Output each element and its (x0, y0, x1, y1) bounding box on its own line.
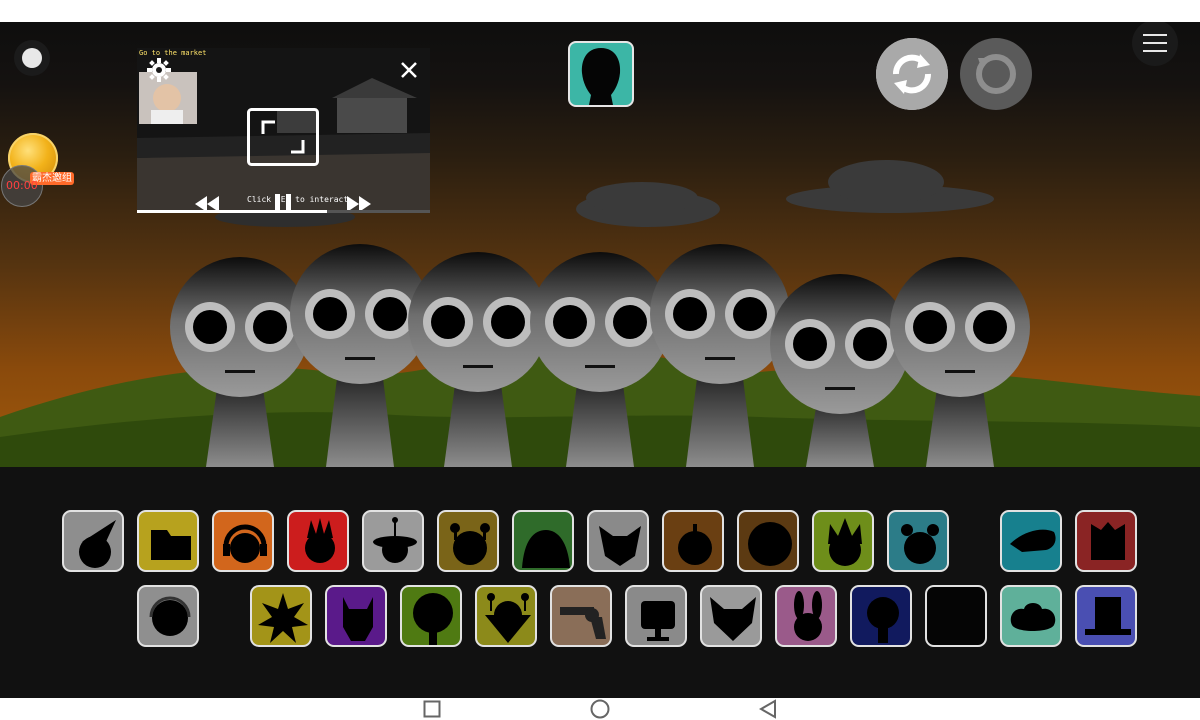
bear-head-icon (450, 523, 490, 565)
close-icon[interactable] (399, 60, 419, 80)
monitor-icon (641, 601, 675, 641)
slime-icon (522, 530, 570, 568)
sound-tile-folder[interactable] (137, 510, 199, 572)
recent-apps-button[interactable] (420, 698, 444, 720)
sound-tile-slime-green[interactable] (512, 510, 574, 572)
sound-tile-cloud-mint[interactable] (1000, 585, 1062, 647)
sound-tile-star-yellow[interactable] (250, 585, 312, 647)
sound-tile-empty-black[interactable] (925, 585, 987, 647)
antenna-head-icon (373, 517, 417, 563)
sound-tile-bird-teal[interactable] (1000, 510, 1062, 572)
hamburger-menu-icon (1143, 34, 1167, 52)
flame-head-icon (828, 518, 862, 566)
sound-tile-bear-ears[interactable] (437, 510, 499, 572)
cloud (576, 182, 720, 227)
alien-head-icon (485, 593, 531, 643)
fullscreen-icon[interactable] (247, 108, 319, 166)
blob-icon (1091, 522, 1125, 560)
round-head-icon (748, 522, 792, 566)
devil-head-icon (343, 597, 373, 641)
game-stage: 霸杰邀组 00:00 Go to the market Click "E" to… (0, 22, 1200, 698)
refresh-button[interactable] (876, 38, 948, 110)
cloud-icon (1010, 603, 1056, 631)
video-overlay[interactable]: Go to the market Click "E" to interact (137, 48, 430, 213)
sound-tile-monitor-gray[interactable] (625, 585, 687, 647)
star-burst-icon (258, 593, 308, 643)
sound-tile-devil-purple[interactable] (325, 585, 387, 647)
sound-tile-alien-olive[interactable] (475, 585, 537, 647)
sound-tile-pumpkin-brown[interactable] (662, 510, 724, 572)
triangle-back-icon (758, 699, 776, 719)
sound-tile-headset-gray[interactable] (137, 585, 199, 647)
sound-tile-tree-green[interactable] (400, 585, 462, 647)
person-head-icon (867, 597, 899, 643)
sound-tile-cat-silver[interactable] (700, 585, 762, 647)
pumpkin-icon (678, 524, 712, 565)
character-silhouette-icon (581, 48, 621, 105)
video-progress-fill (137, 210, 328, 213)
sound-tile-spiky-red[interactable] (287, 510, 349, 572)
blank-icon (927, 587, 987, 647)
record-dot-icon (22, 48, 42, 68)
system-nav-bar (0, 698, 1200, 720)
cloud (786, 160, 994, 213)
revolver-icon (560, 607, 606, 639)
refresh-icon (876, 38, 948, 110)
fox-head-icon (710, 597, 756, 641)
back-button[interactable] (756, 698, 780, 720)
sound-tile-fire-green[interactable] (812, 510, 874, 572)
sound-tile-headphones-orange[interactable] (212, 510, 274, 572)
sound-palette-panel (0, 467, 1200, 698)
sound-tile-antenna-gray[interactable] (362, 510, 424, 572)
bunny-head-icon (794, 591, 822, 641)
reset-icon (960, 38, 1032, 110)
video-caption: Go to the market (139, 49, 207, 57)
sound-tile-revolver[interactable] (550, 585, 612, 647)
headset-icon (149, 596, 191, 636)
tree-head-icon (413, 593, 453, 645)
record-button[interactable] (14, 40, 50, 76)
sound-tile-person-navy[interactable] (850, 585, 912, 647)
home-button[interactable] (588, 698, 612, 720)
circle-icon (590, 699, 610, 719)
sound-tile-blob-red[interactable] (1075, 510, 1137, 572)
sound-tile-cat-gray[interactable] (587, 510, 649, 572)
sound-tile-bunny-pink[interactable] (775, 585, 837, 647)
square-icon (423, 700, 441, 718)
status-bar (0, 0, 1200, 22)
sound-tile-cone-hat[interactable] (62, 510, 124, 572)
mouse-head-icon (901, 524, 939, 564)
cat-head-icon (599, 526, 641, 566)
top-hat-icon (1085, 597, 1131, 635)
gear-icon[interactable] (147, 58, 171, 82)
sound-tile-tophat-blue[interactable] (1075, 585, 1137, 647)
sound-tile-mouse-teal[interactable] (887, 510, 949, 572)
timer-text: 00:00 (6, 179, 38, 192)
selected-character[interactable] (568, 41, 634, 107)
folder-icon (151, 530, 191, 560)
cone-hat-icon (79, 520, 116, 568)
spiky-head-icon (305, 518, 335, 563)
sound-tile-round-brown[interactable] (737, 510, 799, 572)
bird-icon (1010, 529, 1056, 552)
menu-button[interactable] (1132, 22, 1178, 66)
reset-button[interactable] (960, 38, 1032, 110)
video-hint: Click "E" to interact (247, 195, 349, 204)
headphones-icon (223, 524, 267, 563)
